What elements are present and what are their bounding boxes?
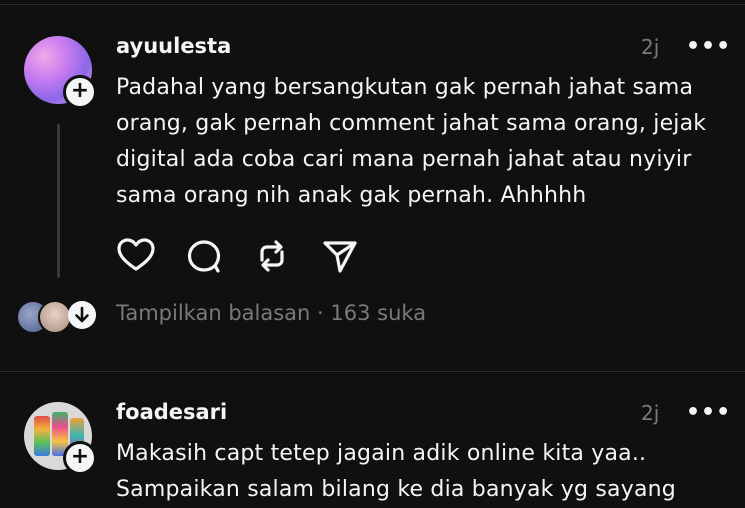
replies-text[interactable]: Tampilkan balasan · 163 suka <box>116 301 426 325</box>
timestamp: 2j <box>641 401 660 425</box>
replier-avatar <box>38 300 72 334</box>
repost-icon[interactable] <box>252 236 292 276</box>
text-line: sama orang nih anak gak pernah. Ahhhhh <box>116 183 587 208</box>
username[interactable]: foadesari <box>116 400 227 424</box>
send-icon[interactable] <box>320 236 360 276</box>
text-line: orang, gak pernah comment jahat sama ora… <box>116 111 707 136</box>
post-text: Makasih capt tetep jagain adik online ki… <box>116 436 716 508</box>
post-divider <box>0 371 745 372</box>
like-count[interactable]: 163 suka <box>330 301 426 325</box>
text-line: Padahal yang bersangkutan gak pernah jah… <box>116 75 694 100</box>
username[interactable]: ayuulesta <box>116 34 231 58</box>
post-text: Padahal yang bersangkutan gak pernah jah… <box>116 70 716 214</box>
show-replies-link[interactable]: Tampilkan balasan <box>116 301 310 325</box>
comment-icon[interactable] <box>184 236 224 276</box>
more-options-icon[interactable]: ••• <box>686 400 731 425</box>
timestamp: 2j <box>641 35 660 59</box>
text-line: Makasih capt tetep jagain adik online ki… <box>116 441 647 466</box>
arrow-down-icon[interactable] <box>68 301 96 329</box>
top-divider <box>0 4 745 5</box>
heart-icon[interactable] <box>116 236 156 276</box>
follow-plus-icon[interactable]: + <box>63 441 97 475</box>
dot-separator: · <box>317 301 324 325</box>
follow-plus-icon[interactable]: + <box>63 75 97 109</box>
thread-line <box>57 124 60 278</box>
text-line: digital ada coba cari mana pernah jahat … <box>116 147 692 172</box>
more-options-icon[interactable]: ••• <box>686 34 731 59</box>
text-line: Sampaikan salam bilang ke dia banyak yg … <box>116 477 676 502</box>
